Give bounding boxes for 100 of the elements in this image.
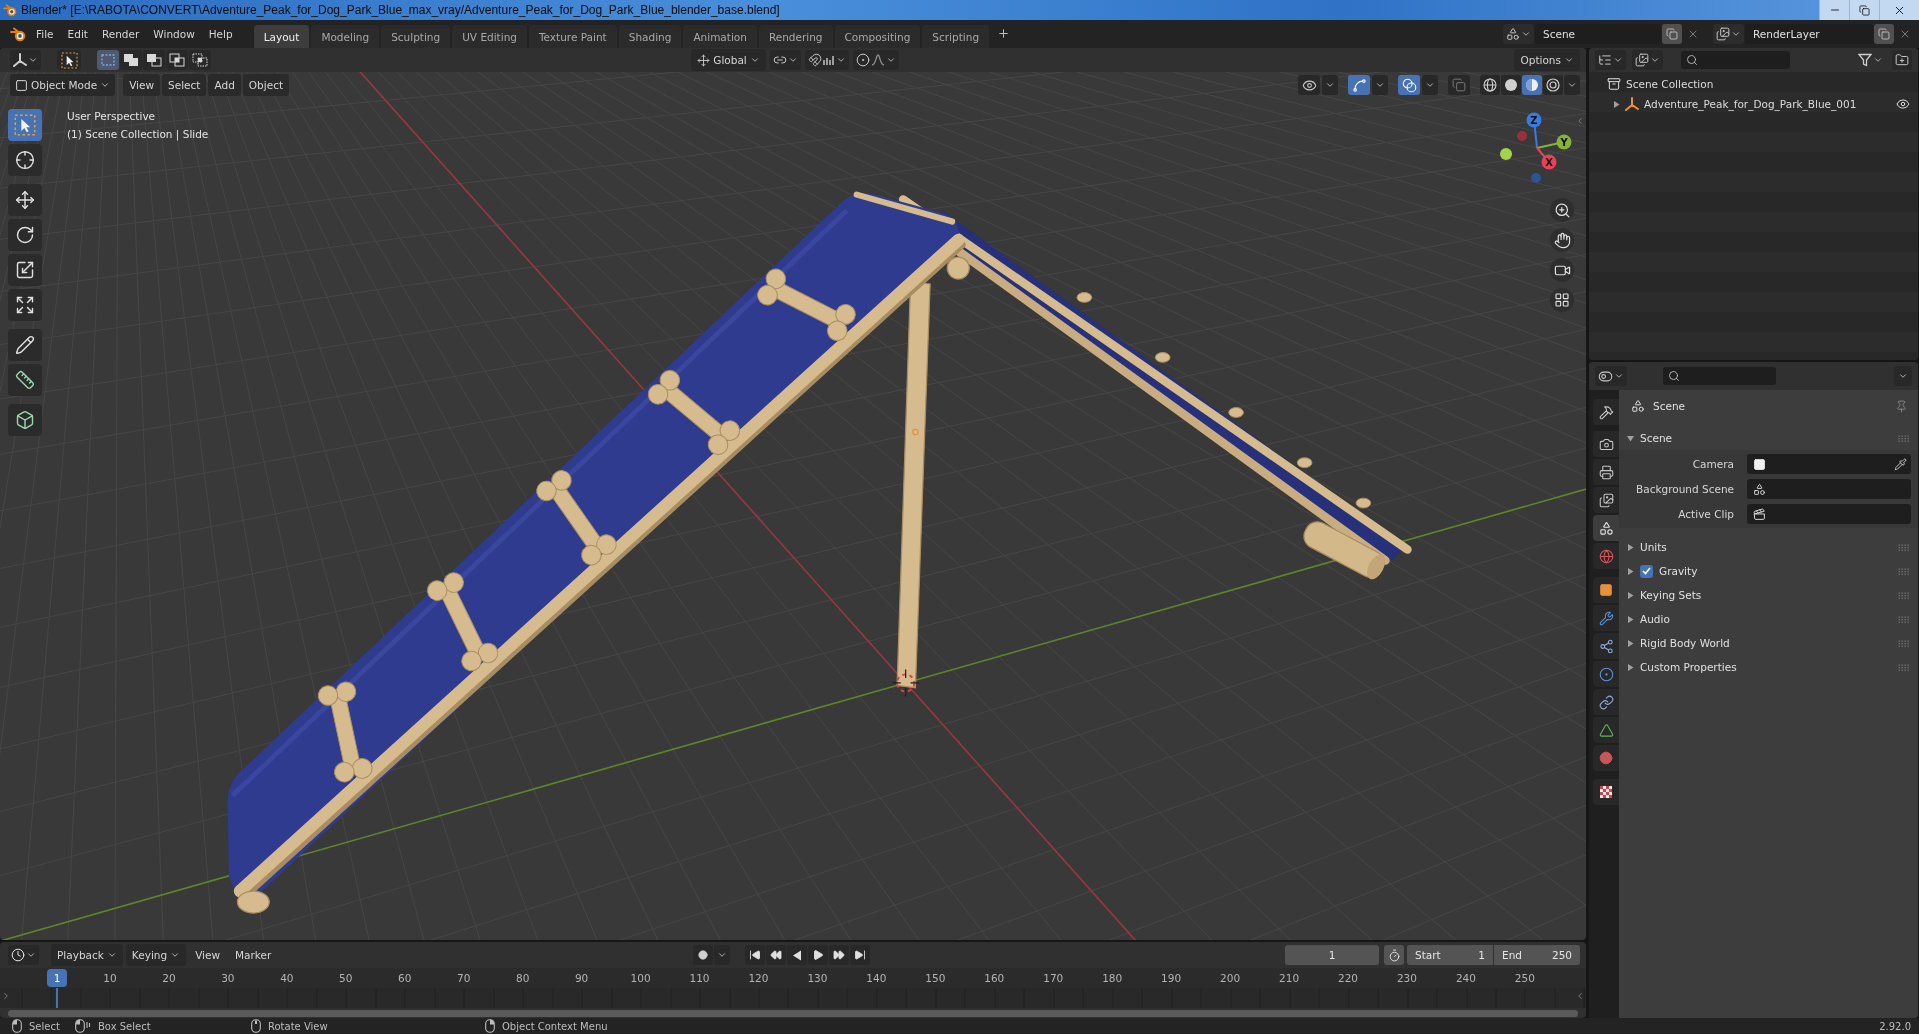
eyedropper-icon[interactable] [1894, 457, 1907, 471]
editor-type-button[interactable] [8, 945, 39, 965]
orientation-dropdown[interactable]: Global [691, 49, 766, 71]
pan-button[interactable] [1550, 228, 1574, 252]
scene-name-field[interactable]: Scene [1535, 24, 1661, 44]
axis-dot-icon[interactable] [1500, 148, 1512, 160]
options-dropdown[interactable]: Options [1514, 49, 1580, 71]
orthographic-toggle-button[interactable] [1550, 288, 1574, 312]
view-layer-browse-button[interactable] [1713, 24, 1744, 44]
workspace-tab[interactable]: Animation [683, 25, 757, 48]
viewport-toggle-button[interactable] [1298, 75, 1320, 95]
selection-mode-button[interactable] [120, 50, 142, 70]
properties-tab[interactable] [1593, 633, 1619, 659]
menu-button[interactable]: Marker [229, 944, 278, 966]
menu-button[interactable]: Help [201, 23, 240, 45]
shading-mode-button[interactable] [1543, 75, 1563, 95]
previous-keyframe-button[interactable] [765, 945, 786, 965]
shading-mode-button[interactable] [1501, 75, 1521, 95]
gizmo-axis-handle[interactable]: Z [1526, 112, 1542, 149]
select-tool-button[interactable] [57, 50, 81, 70]
start-frame-field[interactable]: Start 1 [1407, 945, 1493, 965]
current-frame-field[interactable]: 1 [1285, 945, 1379, 965]
proportional-editing-button[interactable] [852, 50, 899, 70]
workspace-tab[interactable]: Shading [618, 25, 682, 48]
jump-to-end-button[interactable] [849, 945, 870, 965]
properties-tab[interactable] [1593, 431, 1619, 457]
selection-mode-button[interactable] [189, 50, 211, 70]
display-mode-button[interactable] [1632, 50, 1663, 70]
tool-button[interactable] [8, 289, 42, 321]
menu-button[interactable]: Window [146, 23, 202, 45]
frame-ruler[interactable]: 1 10 20 30 40 50 60 70 80 90 100 110 120 130 140 150 160 170 180 190 200 210 220 230 240 250 [0, 968, 1586, 988]
3d-viewport[interactable]: Global Options Object Mode View Select Add Object User Perspective (1) Scene Collection | Slide Z Y X [0, 48, 1586, 940]
timeline-track[interactable] [0, 988, 1586, 1008]
tool-button[interactable] [8, 364, 42, 396]
menu-button[interactable]: Keying [125, 944, 187, 966]
new-collection-button[interactable] [1892, 50, 1912, 70]
menu-button[interactable]: Object [242, 74, 290, 96]
workspace-tab[interactable]: Texture Paint [528, 25, 617, 48]
outliner-row[interactable]: Adventure_Peak_for_Dog_Park_Blue_001 [1589, 94, 1918, 114]
workspace-tab[interactable]: Rendering [758, 25, 833, 48]
workspace-tab[interactable]: UV Editing [452, 25, 527, 48]
data-block-field[interactable] [1747, 504, 1911, 524]
properties-tab[interactable] [1593, 399, 1619, 425]
scene-browse-button[interactable] [1503, 24, 1534, 44]
axis-dot-icon[interactable] [1517, 131, 1527, 141]
editor-type-button[interactable] [10, 50, 41, 70]
pivot-point-button[interactable] [769, 50, 801, 70]
tool-button[interactable] [8, 184, 42, 216]
properties-tab[interactable] [1593, 779, 1619, 805]
editor-type-button[interactable] [1595, 50, 1626, 70]
editor-type-button[interactable] [1595, 366, 1627, 386]
menu-button[interactable]: View [123, 74, 161, 96]
next-keyframe-button[interactable] [828, 945, 849, 965]
selection-mode-button[interactable] [166, 50, 188, 70]
search-field[interactable] [1663, 367, 1776, 385]
workspace-tab[interactable]: Sculpting [381, 25, 451, 48]
properties-tab[interactable] [1593, 459, 1619, 485]
tool-button[interactable] [8, 254, 42, 286]
scrollbar[interactable] [8, 1009, 1578, 1017]
eye-icon[interactable] [1896, 97, 1910, 111]
menu-button[interactable]: View [189, 944, 227, 966]
jump-to-start-button[interactable] [744, 945, 765, 965]
menu-button[interactable]: Playback [51, 944, 123, 966]
outliner-row[interactable]: Scene Collection [1589, 74, 1918, 94]
new-view-layer-button[interactable] [1874, 24, 1894, 44]
zoom-button[interactable] [1550, 198, 1574, 222]
search-field[interactable] [1681, 51, 1790, 69]
disclosure-triangle-icon[interactable] [1613, 100, 1620, 108]
play-button[interactable] [807, 945, 828, 965]
properties-tab[interactable] [1593, 689, 1619, 715]
new-scene-button[interactable] [1662, 24, 1682, 44]
camera-view-button[interactable] [1550, 258, 1574, 282]
viewport-toggle-button[interactable] [1348, 75, 1370, 95]
data-block-field[interactable] [1747, 454, 1911, 474]
data-block-field[interactable] [1747, 479, 1911, 499]
auto-keying-button[interactable] [692, 945, 713, 965]
tool-button[interactable] [8, 219, 42, 251]
playhead-frame-marker[interactable]: 1 [47, 969, 67, 987]
snap-button[interactable] [804, 50, 849, 70]
menu-button[interactable]: Select [162, 74, 207, 96]
shading-mode-button[interactable] [1522, 75, 1542, 95]
preview-range-button[interactable] [1384, 945, 1404, 965]
play-reverse-button[interactable] [786, 945, 807, 965]
axis-dot-icon[interactable] [1531, 173, 1541, 183]
restore-button[interactable] [1849, 0, 1879, 20]
properties-tab[interactable] [1593, 577, 1619, 603]
menu-button[interactable]: Render [94, 23, 147, 45]
workspace-tab[interactable]: Modeling [311, 25, 380, 48]
tool-button[interactable] [8, 109, 42, 141]
end-frame-field[interactable]: End 250 [1494, 945, 1580, 965]
mode-dropdown[interactable]: Object Mode [10, 74, 116, 96]
shading-mode-button[interactable] [1480, 75, 1500, 95]
workspace-tab[interactable]: Layout [253, 25, 310, 48]
viewport-toggle-button[interactable] [1398, 75, 1420, 95]
tool-button[interactable] [8, 404, 42, 436]
menu-button[interactable]: Add [208, 74, 241, 96]
properties-tab[interactable] [1593, 487, 1619, 513]
tool-button[interactable] [8, 329, 42, 361]
viewport-toggle-button[interactable] [1448, 75, 1470, 95]
gizmo-axis-handle[interactable]: Y [1536, 134, 1572, 150]
